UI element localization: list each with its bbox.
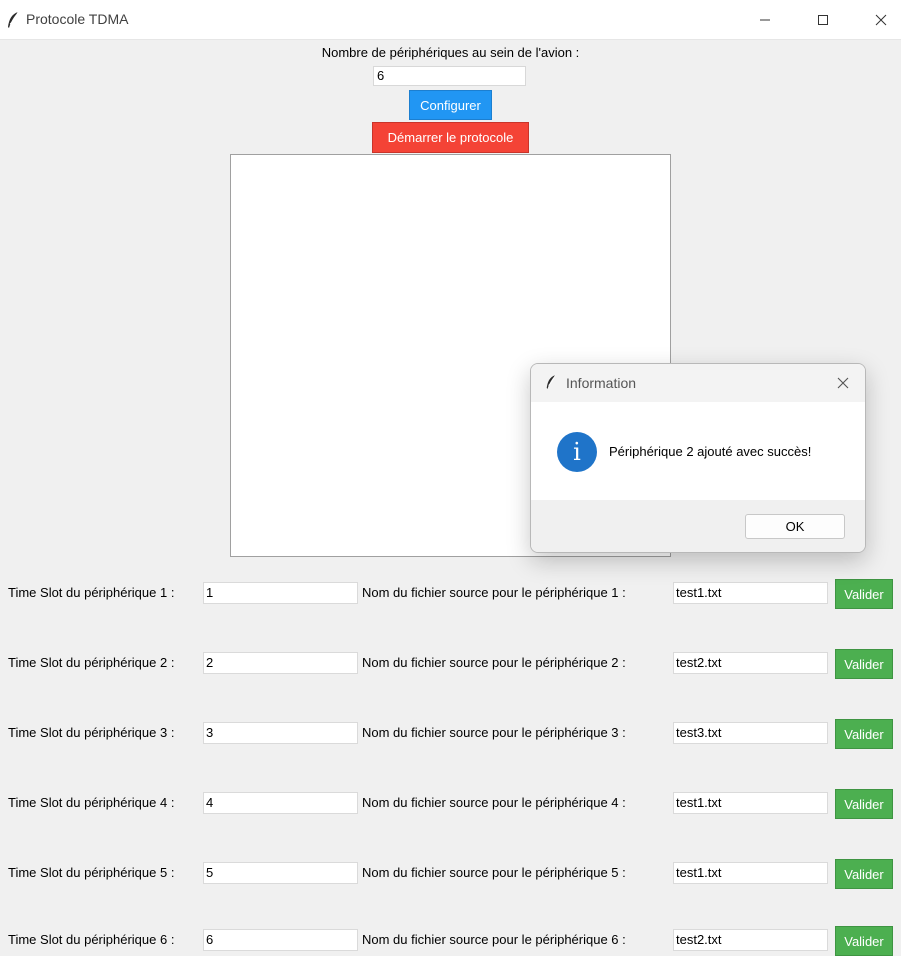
dialog-title: Information — [566, 375, 637, 391]
source-file-input[interactable]: test1.txt — [673, 582, 828, 604]
dialog-message: Périphérique 2 ajouté avec succès! — [609, 444, 812, 459]
device-count-input[interactable]: 6 — [373, 66, 526, 86]
device-row: Time Slot du périphérique 4 : 4 Nom du f… — [0, 789, 901, 819]
source-file-label: Nom du fichier source pour le périphériq… — [362, 725, 626, 740]
source-file-label: Nom du fichier source pour le périphériq… — [362, 932, 626, 947]
source-file-input[interactable]: test1.txt — [673, 862, 828, 884]
feather-icon — [546, 375, 556, 389]
minimize-button[interactable] — [742, 0, 788, 39]
information-dialog: Information i Périphérique 2 ajouté avec… — [530, 363, 866, 553]
validate-button[interactable]: Valider — [835, 789, 893, 819]
time-slot-label: Time Slot du périphérique 6 : — [8, 932, 175, 947]
dialog-footer: OK — [531, 500, 865, 552]
source-file-label: Nom du fichier source pour le périphériq… — [362, 585, 626, 600]
time-slot-label: Time Slot du périphérique 4 : — [8, 795, 175, 810]
time-slot-input[interactable]: 2 — [203, 652, 358, 674]
source-file-input[interactable]: test2.txt — [673, 652, 828, 674]
source-file-label: Nom du fichier source pour le périphériq… — [362, 655, 626, 670]
time-slot-input[interactable]: 3 — [203, 722, 358, 744]
device-row: Time Slot du périphérique 1 : 1 Nom du f… — [0, 579, 901, 609]
validate-button[interactable]: Valider — [835, 926, 893, 956]
device-row: Time Slot du périphérique 2 : 2 Nom du f… — [0, 649, 901, 679]
dialog-close-button[interactable] — [833, 373, 853, 393]
info-icon: i — [557, 432, 597, 472]
source-file-label: Nom du fichier source pour le périphériq… — [362, 795, 626, 810]
device-row: Time Slot du périphérique 5 : 5 Nom du f… — [0, 859, 901, 889]
start-protocol-button[interactable]: Démarrer le protocole — [372, 122, 529, 153]
minimize-icon — [760, 19, 770, 20]
feather-icon — [8, 11, 19, 28]
time-slot-label: Time Slot du périphérique 1 : — [8, 585, 175, 600]
time-slot-label: Time Slot du périphérique 5 : — [8, 865, 175, 880]
validate-button[interactable]: Valider — [835, 719, 893, 749]
validate-button[interactable]: Valider — [835, 579, 893, 609]
time-slot-input[interactable]: 4 — [203, 792, 358, 814]
configure-button[interactable]: Configurer — [409, 90, 492, 120]
source-file-input[interactable]: test3.txt — [673, 722, 828, 744]
ok-button[interactable]: OK — [745, 514, 845, 539]
time-slot-label: Time Slot du périphérique 3 : — [8, 725, 175, 740]
source-file-label: Nom du fichier source pour le périphériq… — [362, 865, 626, 880]
window-title: Protocole TDMA — [26, 11, 129, 27]
close-icon — [837, 377, 849, 389]
source-file-input[interactable]: test1.txt — [673, 792, 828, 814]
time-slot-input[interactable]: 5 — [203, 862, 358, 884]
close-button[interactable] — [858, 0, 901, 39]
maximize-button[interactable] — [800, 0, 846, 39]
validate-button[interactable]: Valider — [835, 649, 893, 679]
validate-button[interactable]: Valider — [835, 859, 893, 889]
time-slot-input[interactable]: 1 — [203, 582, 358, 604]
close-icon — [875, 14, 887, 25]
time-slot-input[interactable]: 6 — [203, 929, 358, 951]
source-file-input[interactable]: test2.txt — [673, 929, 828, 951]
device-row: Time Slot du périphérique 3 : 3 Nom du f… — [0, 719, 901, 749]
dialog-titlebar: Information — [531, 364, 865, 402]
time-slot-label: Time Slot du périphérique 2 : — [8, 655, 175, 670]
dialog-body: i Périphérique 2 ajouté avec succès! — [531, 402, 865, 500]
device-count-label: Nombre de périphériques au sein de l'avi… — [321, 45, 580, 60]
maximize-icon — [818, 14, 828, 25]
window-titlebar: Protocole TDMA — [0, 0, 901, 40]
device-row: Time Slot du périphérique 6 : 6 Nom du f… — [0, 926, 901, 956]
